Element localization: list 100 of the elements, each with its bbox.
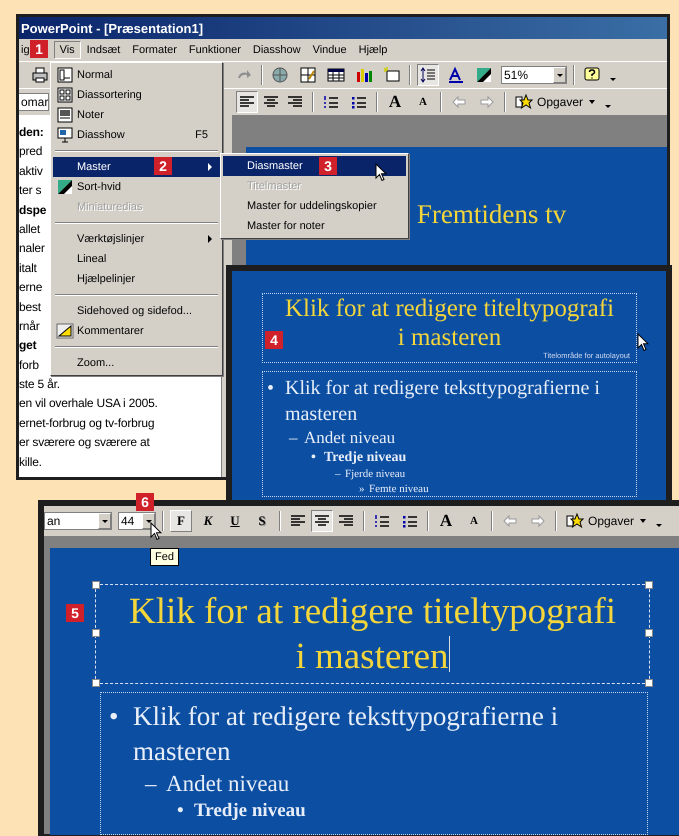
zoom-dropdown[interactable]: 51% (501, 66, 567, 84)
font-field[interactable]: omar (19, 93, 49, 111)
menu-item[interactable]: Zoom... (53, 353, 220, 373)
text-style-button[interactable]: K (197, 510, 219, 532)
menu-item[interactable]: Indsæt (80, 41, 126, 59)
menu-item[interactable]: Diasshow (246, 41, 307, 59)
bullet-mark: – (335, 467, 342, 482)
menu-item[interactable]: Hjælp (352, 41, 394, 59)
numbered-list-icon[interactable] (322, 93, 340, 111)
outline-text: dspe (19, 202, 46, 219)
menu-item[interactable]: Sidehoved og sidefod... (53, 301, 220, 321)
color-triangles-icon[interactable] (56, 178, 74, 196)
outline-text: den: (19, 124, 44, 141)
body-text: Andet niveau (166, 770, 290, 798)
text-style-button[interactable]: U (224, 510, 246, 532)
star-icon[interactable] (566, 512, 584, 530)
bullet-mark: • (177, 799, 185, 824)
menu-item[interactable]: Vis (54, 41, 81, 59)
increase-font-button[interactable]: A (384, 90, 406, 114)
outline-text: aktiv (19, 162, 43, 180)
menu-item[interactable]: Noter (53, 105, 220, 125)
window-title: PowerPoint - [Præsentation1] (19, 17, 667, 39)
body-text: Tredje niveau (324, 449, 406, 468)
submenu-item[interactable]: Master for uddelingskopier (223, 196, 406, 216)
step-number-badge: 1 (30, 40, 48, 58)
tasks-button[interactable]: Opgaver (512, 91, 598, 113)
demote-arrow-icon[interactable] (478, 93, 496, 111)
font-dropdown[interactable]: an (44, 512, 112, 530)
body-text: Andet niveau (304, 427, 396, 449)
resize-handle[interactable] (92, 629, 100, 638)
table-icon[interactable] (327, 66, 345, 84)
outline-text: ter s (19, 182, 42, 200)
menu-item[interactable]: Diassortering (53, 85, 220, 105)
body-text: Klik for at redigere teksttypografierne i masteren (285, 376, 601, 427)
document-grid-icon[interactable] (299, 66, 317, 84)
demote-arrow-icon[interactable] (529, 512, 547, 530)
bar-chart-icon[interactable] (355, 66, 373, 84)
grid-icon[interactable] (56, 86, 74, 104)
menu-item[interactable]: Kommentarer (53, 321, 220, 341)
page-icon[interactable] (56, 106, 74, 124)
outline-text: italt (19, 260, 37, 277)
bullet-mark: – (289, 427, 299, 449)
screen-icon[interactable] (56, 126, 74, 144)
resize-handle[interactable] (92, 679, 100, 687)
outline-text: get (19, 337, 36, 354)
text-style-button[interactable]: F (170, 510, 192, 532)
text-style-button[interactable]: S (251, 510, 273, 532)
mouse-pointer-icon (150, 522, 162, 541)
line-spacing-icon[interactable] (419, 66, 437, 84)
menu-item[interactable]: Diasshow F5 (53, 125, 220, 145)
outline-text: naler (19, 240, 45, 258)
menu-item[interactable]: Formater (126, 41, 183, 59)
bullet-mark: – (145, 770, 158, 798)
step-number-badge: 6 (136, 493, 154, 511)
decrease-font-button[interactable]: A (412, 94, 434, 110)
step-number-badge: 5 (66, 604, 84, 622)
bullet-mark: • (109, 700, 120, 733)
globe-icon[interactable] (271, 66, 289, 84)
increase-font-button[interactable]: A (435, 509, 457, 533)
slide-title: Fremtidens tv (416, 199, 566, 231)
star-icon[interactable] (515, 93, 533, 111)
resize-handle[interactable] (645, 581, 653, 589)
font-size-dropdown[interactable]: 44 (118, 512, 156, 530)
color-triangles-icon[interactable] (475, 66, 493, 84)
mouse-pointer-icon (375, 163, 387, 182)
menu-item[interactable]: Normal (53, 65, 220, 85)
outline-text: erne (19, 279, 42, 296)
bullet-mark: • (311, 449, 317, 468)
resize-handle[interactable] (645, 629, 653, 638)
new-slide-icon[interactable] (383, 66, 401, 84)
body-text: Fjerde niveau (345, 467, 406, 482)
printer-icon[interactable] (31, 66, 49, 84)
outline-text: ste 5 år. (19, 376, 60, 394)
outline-text: pred (19, 143, 42, 160)
tasks-button[interactable]: Opgaver (563, 510, 650, 532)
menu-item[interactable]: Hjælpelinjer (53, 269, 220, 289)
resize-handle[interactable] (92, 581, 100, 589)
bullet-mark: » (359, 482, 366, 496)
outline-text: best (19, 298, 41, 316)
submenu-item[interactable]: Master for noter (223, 216, 406, 236)
window-icon[interactable] (56, 66, 74, 84)
menu-item[interactable]: ig (19, 41, 32, 59)
menu-item[interactable]: Sort-hvid (53, 177, 220, 197)
step-number-badge: 2 (154, 157, 172, 175)
tooltip: Fed (150, 548, 179, 566)
decrease-font-button[interactable]: A (463, 513, 485, 529)
outline-text: forb (19, 356, 39, 374)
font-color-icon[interactable] (447, 66, 465, 84)
resize-handle[interactable] (645, 679, 653, 687)
promote-arrow-icon[interactable] (501, 512, 519, 530)
menu-item[interactable]: Værktøjslinjer (53, 229, 220, 249)
promote-arrow-icon[interactable] (450, 93, 468, 111)
menu-item[interactable]: Vindue (306, 41, 353, 59)
body-text: Klik for at redigere teksttypografierne i masteren (133, 700, 560, 768)
mouse-pointer-icon (637, 333, 649, 352)
menu-item[interactable]: Lineal (53, 249, 220, 269)
step-number-badge: 3 (319, 157, 337, 175)
body-text: Femte niveau (369, 482, 429, 496)
numbered-list-icon[interactable] (373, 512, 391, 530)
menu-item[interactable]: Funktioner (182, 41, 247, 59)
